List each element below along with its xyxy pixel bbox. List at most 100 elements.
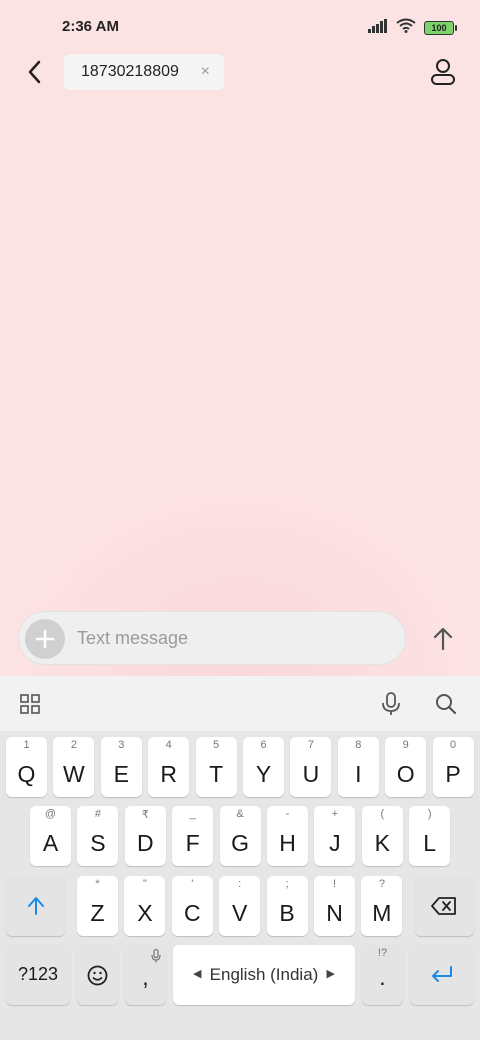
key-label: O	[396, 761, 415, 787]
key-label: K	[374, 830, 390, 856]
emoji-key[interactable]	[77, 945, 118, 1005]
key-e[interactable]: 3E	[100, 737, 142, 797]
backspace-icon	[431, 897, 456, 915]
key-label: X	[137, 900, 153, 926]
chevron-left-icon	[28, 60, 41, 84]
apps-grid-icon[interactable]	[20, 694, 40, 719]
key-v[interactable]: :V	[219, 876, 261, 936]
enter-key[interactable]	[410, 945, 474, 1005]
key-j[interactable]: + J	[314, 806, 356, 866]
key-label: R	[160, 761, 177, 787]
battery-level: 100	[431, 23, 447, 33]
key-hint: 8	[355, 739, 362, 751]
space-right-arrow-icon: ▶	[326, 968, 335, 980]
key-h[interactable]: -H	[267, 806, 308, 866]
shift-icon	[28, 897, 44, 915]
microphone-icon[interactable]	[381, 692, 401, 721]
period-key[interactable]: !? .	[362, 945, 403, 1005]
key-label: V	[232, 900, 248, 926]
key-f[interactable]: _ F	[172, 806, 214, 866]
key-label: M	[372, 900, 392, 926]
key-d[interactable]: ₹ D	[124, 806, 166, 866]
key-hint: :	[238, 878, 242, 890]
key-label: I	[355, 761, 362, 787]
key-label: P	[445, 761, 461, 787]
key-b[interactable]: ; B	[266, 876, 308, 936]
key-s[interactable]: # S	[77, 806, 119, 866]
enter-icon	[432, 966, 452, 982]
symbols-key-label: ?123	[17, 964, 59, 984]
key-hint: 0	[450, 739, 457, 751]
key-label: D	[136, 830, 154, 856]
key-label: A	[42, 830, 59, 856]
key-r[interactable]: 4R	[148, 737, 190, 797]
backspace-key[interactable]	[415, 876, 474, 936]
key-l[interactable]: ) L	[409, 806, 451, 866]
back-button[interactable]	[20, 56, 48, 88]
clear-recipient-icon[interactable]: ×	[201, 63, 210, 81]
key-a[interactable]: @ A	[30, 806, 71, 866]
key-x[interactable]: " X	[124, 876, 166, 936]
key-hint: -	[285, 808, 290, 820]
plus-icon	[35, 629, 55, 649]
key-label: S	[90, 830, 106, 856]
comma-label: ,	[142, 964, 149, 990]
key-label: Y	[255, 761, 272, 787]
status-icons: 100	[368, 18, 457, 38]
key-hint: _	[189, 808, 196, 820]
key-hint: &	[236, 808, 244, 820]
key-m[interactable]: ? M	[361, 876, 403, 936]
recipient-chip[interactable]: 18730218809 ×	[64, 54, 224, 90]
symbols-key[interactable]: ?123	[6, 945, 70, 1005]
send-button[interactable]	[428, 624, 458, 654]
key-p[interactable]: 0P	[432, 737, 474, 797]
key-hint: 1	[23, 739, 30, 751]
key-hint: +	[331, 808, 339, 820]
key-hint: ₹	[141, 809, 149, 821]
key-label: H	[279, 830, 296, 856]
key-hint: )	[427, 808, 432, 820]
shift-key[interactable]	[6, 876, 65, 936]
key-g[interactable]: & G	[219, 806, 261, 866]
key-o[interactable]: 9O	[385, 737, 427, 797]
key-hint: 4	[165, 739, 172, 751]
key-k[interactable]: (K	[361, 806, 403, 866]
key-hint: *	[95, 878, 100, 890]
key-hint: 2	[70, 739, 77, 751]
key-t[interactable]: 5T	[195, 737, 237, 797]
key-q[interactable]: 1Q	[6, 737, 47, 797]
key-label: U	[302, 761, 320, 787]
key-label: C	[183, 900, 201, 926]
recipient-number: 18730218809	[81, 63, 179, 80]
comma-key[interactable]: ,	[125, 945, 166, 1005]
keyboard-toolbar	[0, 676, 480, 731]
key-c[interactable]: ' C	[171, 876, 213, 936]
key-y[interactable]: 6Y	[243, 737, 284, 797]
contact-button[interactable]	[428, 56, 458, 88]
key-label: E	[113, 761, 129, 787]
key-hint: (	[380, 808, 385, 820]
key-hint: ?	[378, 878, 385, 890]
period-label: .	[379, 964, 386, 990]
key-z[interactable]: * Z	[77, 876, 118, 936]
key-label: T	[209, 761, 224, 787]
message-placeholder[interactable]: Text message	[77, 628, 188, 649]
key-label: B	[279, 900, 295, 926]
key-label: Q	[17, 761, 36, 787]
key-hint: 5	[213, 739, 220, 751]
key-w[interactable]: 2W	[53, 737, 95, 797]
space-key[interactable]: ◀ English (India) ▶	[173, 945, 355, 1005]
wifi-icon	[396, 18, 416, 38]
key-hint: #	[94, 808, 101, 820]
key-hint: '	[191, 878, 194, 890]
key-hint: "	[142, 878, 147, 890]
key-label: Z	[90, 900, 105, 926]
attach-button[interactable]	[25, 619, 65, 659]
key-u[interactable]: 7U	[290, 737, 332, 797]
key-label: F	[185, 830, 200, 856]
key-n[interactable]: ! N	[314, 876, 355, 936]
key-hint: !	[332, 878, 337, 890]
search-icon[interactable]	[435, 693, 457, 720]
key-i[interactable]: 8I	[337, 737, 379, 797]
key-label: W	[63, 761, 85, 787]
